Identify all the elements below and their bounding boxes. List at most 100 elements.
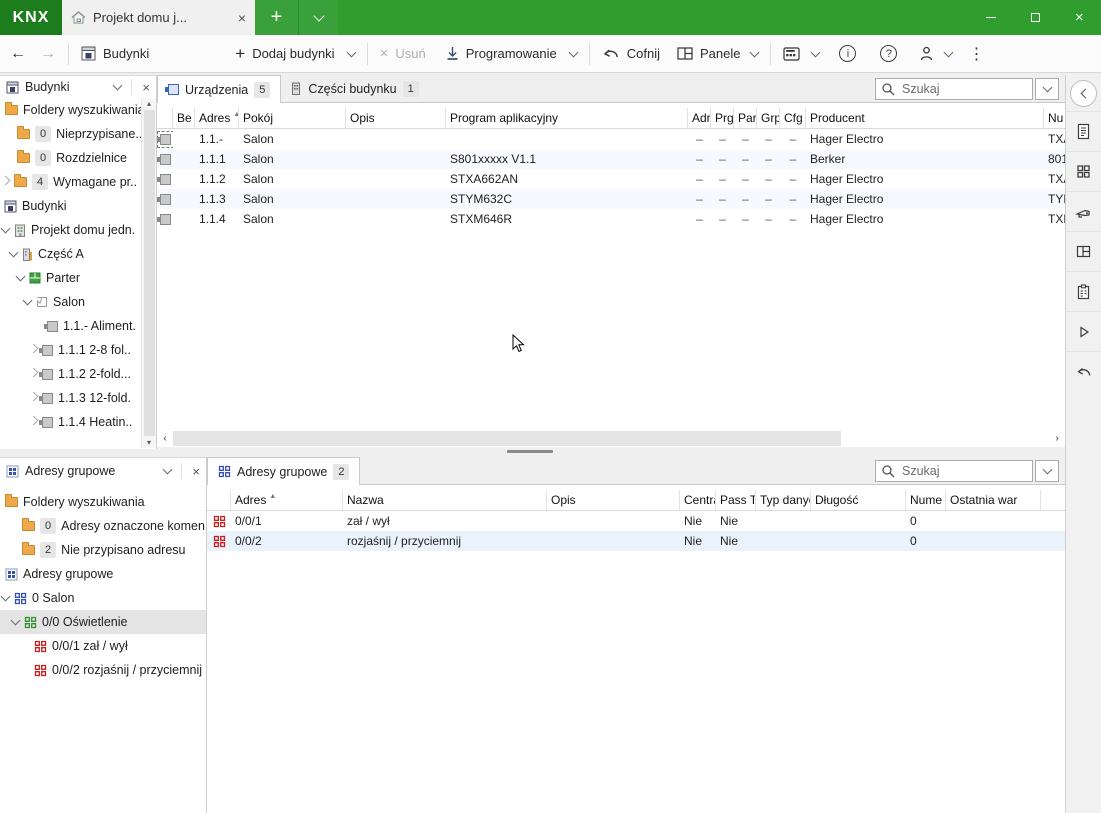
back-button[interactable]: ← [10, 45, 26, 62]
search-options-button[interactable] [1035, 460, 1059, 482]
close-panel-icon[interactable]: × [142, 80, 150, 95]
tree-item-main-group-salon[interactable]: 0 Salon [0, 586, 206, 610]
column-header-icon[interactable] [207, 490, 231, 510]
chevron-right-icon[interactable] [28, 343, 39, 354]
maximize-button[interactable] [1013, 0, 1057, 35]
chevron-down-icon[interactable] [22, 295, 33, 306]
horizontal-scrollbar[interactable]: ‹ › [157, 430, 1065, 447]
column-header-ostatnia[interactable]: Ostatnia war [946, 490, 1041, 510]
close-panel-icon[interactable]: × [192, 464, 200, 479]
column-header-program[interactable]: Program aplikacyjny [446, 108, 688, 128]
table-row[interactable]: 0/0/1 zał / wył Nie Nie 0 [207, 511, 1065, 531]
panels-button[interactable]: Panele [700, 46, 740, 61]
tree-item-no-address[interactable]: 2 Nie przypisano adresu [0, 538, 206, 562]
chevron-down-icon[interactable] [15, 271, 26, 282]
column-header-prg[interactable]: Prg [711, 108, 734, 128]
tree-item-device-1-1-4[interactable]: 1.1.4 Heatin.. [0, 410, 141, 434]
column-header-pokoj[interactable]: Pokój [239, 108, 346, 128]
tree-item-device-1-1-2[interactable]: 1.1.2 2-fold... [0, 362, 141, 386]
tree-item-device-1-1[interactable]: 1.1.- Aliment. [0, 314, 141, 338]
panel-dropdown-chevron-icon[interactable] [112, 80, 123, 91]
tree-item-part-a[interactable]: Część A [0, 242, 141, 266]
search-input[interactable] [875, 78, 1033, 100]
chevron-down-icon[interactable] [10, 615, 21, 626]
scrollbar-thumb[interactable] [173, 431, 841, 446]
chevron-right-icon[interactable] [0, 175, 11, 186]
scroll-left-icon[interactable]: ‹ [157, 433, 173, 444]
search-options-button[interactable] [1035, 78, 1059, 100]
tree-item-salon[interactable]: Salon [0, 290, 141, 314]
column-header-typ[interactable]: Typ danyc [756, 490, 811, 510]
column-header-adres[interactable]: Adres▲ [231, 490, 343, 510]
more-menu-icon[interactable]: ⋮ [968, 44, 984, 64]
programming-dropdown-chevron-icon[interactable] [568, 47, 579, 57]
chevron-down-icon[interactable] [8, 247, 19, 258]
scroll-right-icon[interactable]: › [1049, 433, 1065, 444]
table-row[interactable]: 0/0/2 rozjaśnij / przyciemnij Nie Nie 0 [207, 531, 1065, 551]
column-header-icon[interactable] [157, 108, 173, 128]
pending-operations-button[interactable] [1066, 311, 1101, 351]
info-icon[interactable]: i [839, 45, 857, 62]
column-header-dlugosc[interactable]: Długość [811, 490, 906, 510]
tree-item-device-1-1-1[interactable]: 1.1.1 2-8 fol.. [0, 338, 141, 362]
column-header-opis[interactable]: Opis [547, 490, 680, 510]
chevron-down-icon[interactable] [0, 591, 11, 602]
column-header-pass[interactable]: Pass T [716, 490, 756, 510]
column-header-cfg[interactable]: Cfg [780, 108, 806, 128]
close-window-button[interactable]: × [1057, 0, 1101, 35]
undo-icon[interactable] [602, 47, 620, 60]
tab-list-button[interactable] [299, 0, 338, 35]
column-header-be[interactable]: Be [173, 108, 195, 128]
vertical-scrollbar[interactable]: ▴ ▾ [141, 98, 156, 448]
tree-item-commented[interactable]: 0 Adresy oznaczone komen... [0, 514, 206, 538]
project-tab[interactable]: Projekt domu j... × [62, 0, 255, 35]
add-icon[interactable]: + [235, 44, 245, 64]
search-input[interactable] [875, 460, 1033, 482]
chevron-down-icon[interactable] [0, 223, 11, 234]
column-header-adr[interactable]: Adr [688, 108, 711, 128]
tree-item-device-1-1-3[interactable]: 1.1.3 12-fold. [0, 386, 141, 410]
column-header-par[interactable]: Par [734, 108, 757, 128]
tree-item-search-folders[interactable]: Foldery wyszukiwania [0, 98, 141, 122]
table-row[interactable]: 1.1.4 Salon STXM646R – – – – – Hager Ele… [157, 209, 1065, 229]
column-header-numer[interactable]: Nume [906, 490, 946, 510]
table-row[interactable]: 1.1.1 Salon S801xxxxx V1.1 – – – – – Ber… [157, 149, 1065, 169]
programming-button[interactable]: Programowanie [466, 46, 557, 61]
download-icon[interactable] [446, 46, 459, 61]
minimize-button[interactable] [969, 0, 1013, 35]
forward-button[interactable]: → [40, 45, 56, 62]
tree-section-buildings[interactable]: Budynki [0, 194, 141, 218]
workspace-dropdown-chevron-icon[interactable] [811, 47, 821, 57]
tree-item-project[interactable]: Projekt domu jedn. [0, 218, 141, 242]
tab-group-addresses[interactable]: Adresy grupowe 2 [207, 457, 361, 485]
expand-sidebar-button[interactable] [1070, 80, 1097, 107]
delete-icon[interactable]: × [380, 45, 389, 62]
tab-devices[interactable]: Urządzenia 5 [157, 75, 282, 103]
tree-item-ga-dim[interactable]: 0/0/2 rozjaśnij / przyciemnij [0, 658, 206, 682]
tab-building-parts[interactable]: Części budynku 1 [281, 75, 428, 102]
undo-button[interactable]: Cofnij [627, 46, 660, 61]
tree-item-cabinets[interactable]: 0 Rozdzielnice [0, 146, 141, 170]
panels-dropdown-chevron-icon[interactable] [750, 47, 760, 57]
workspace-icon[interactable] [783, 46, 801, 61]
panel-dropdown-chevron-icon[interactable] [162, 464, 173, 475]
table-row[interactable]: 1.1.2 Salon STXA662AN – – – – – Hager El… [157, 169, 1065, 189]
properties-panel-button[interactable] [1066, 111, 1101, 151]
undo-history-button[interactable] [1066, 351, 1101, 391]
column-header-numer[interactable]: Nu [1044, 108, 1065, 128]
column-header-adres[interactable]: Adres▲ [195, 108, 239, 128]
column-header-opis[interactable]: Opis [346, 108, 446, 128]
todo-panel-button[interactable] [1066, 271, 1101, 311]
column-header-centralna[interactable]: Centra [680, 490, 716, 510]
close-tab-icon[interactable]: × [238, 10, 246, 26]
tree-item-search-folders[interactable]: Foldery wyszukiwania [0, 490, 206, 514]
new-tab-button[interactable]: + [255, 0, 299, 35]
tree-section-group-addresses[interactable]: Adresy grupowe [0, 562, 206, 586]
help-icon[interactable]: ? [880, 45, 898, 62]
table-row[interactable]: 1.1.3 Salon STYM632C – – – – – Hager Ele… [157, 189, 1065, 209]
tree-item-ga-on-off[interactable]: 0/0/1 zał / wył [0, 634, 206, 658]
scroll-down-icon[interactable]: ▾ [147, 438, 151, 447]
scroll-up-icon[interactable]: ▴ [147, 99, 151, 108]
splitter-handle[interactable] [507, 450, 553, 453]
add-buildings-button[interactable]: Dodaj budynki [252, 46, 334, 61]
